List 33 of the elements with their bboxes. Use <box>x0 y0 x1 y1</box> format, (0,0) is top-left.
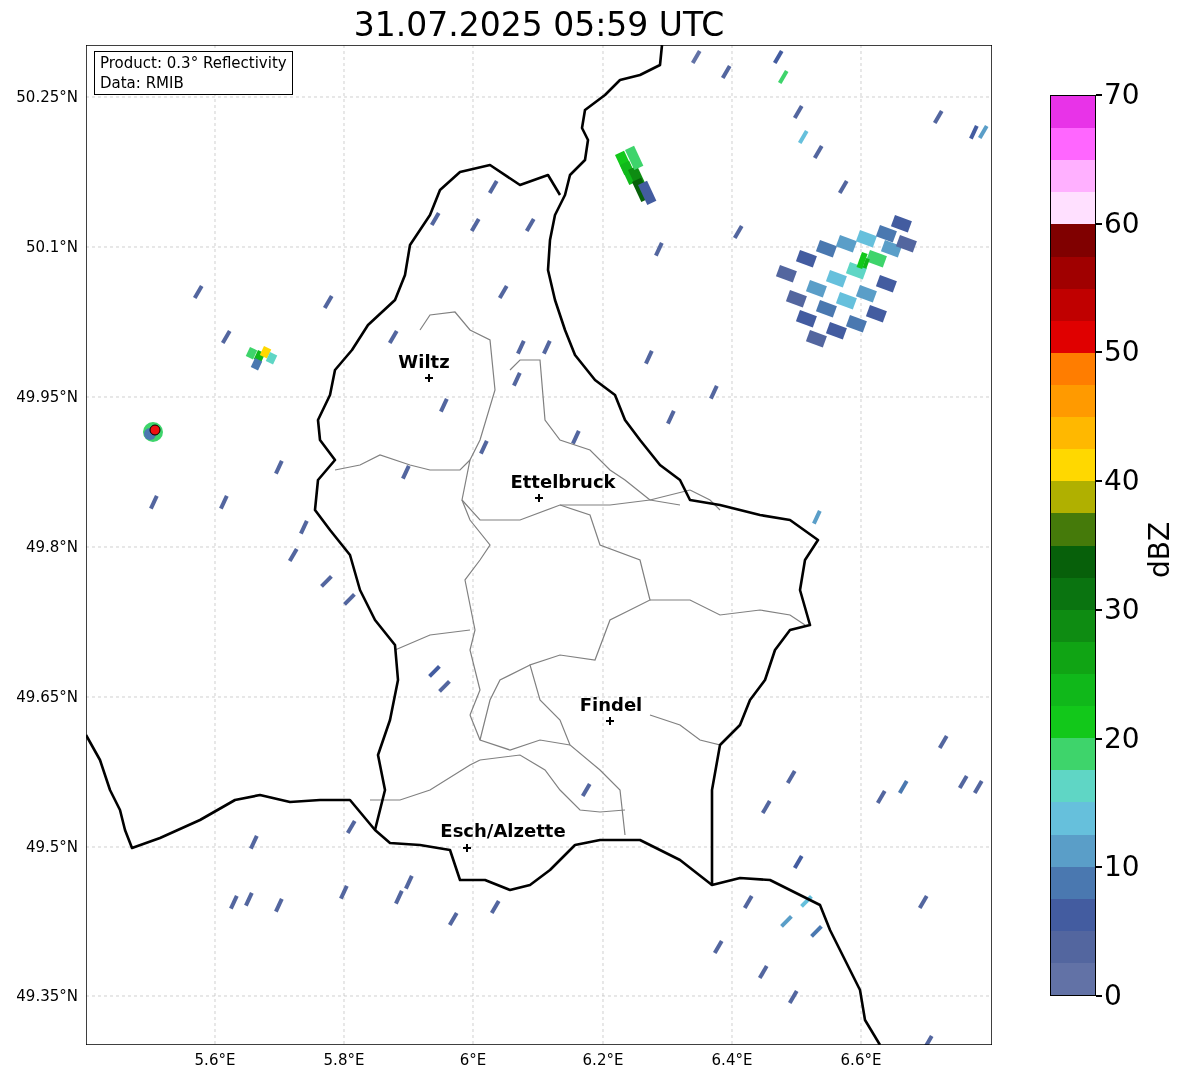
latitude-tick-label: 49.65°N <box>15 687 78 707</box>
latitude-tick-label: 50.25°N <box>15 87 78 107</box>
colorbar-label: dBZ <box>1142 520 1177 581</box>
latitude-tick-label: 50.1°N <box>24 237 78 257</box>
longitude-tick-label: 6.2°E <box>581 1050 625 1070</box>
colorbar-tick-label: 10 <box>1104 851 1140 884</box>
city-marker-icon <box>462 843 472 853</box>
city-label: Ettelbruck <box>510 471 616 492</box>
latitude-tick-label: 49.95°N <box>15 387 78 407</box>
latitude-tick-label: 49.8°N <box>24 537 78 557</box>
info-text: Product: 0.3° Reflectivity <box>100 53 287 73</box>
city-label: Findel <box>579 694 643 715</box>
city-marker-icon <box>534 493 544 503</box>
colorbar-tick-label: 0 <box>1104 980 1122 1012</box>
city-marker-icon <box>605 716 615 726</box>
longitude-tick-label: 5.6°E <box>193 1050 237 1070</box>
colorbar-tick-label: 30 <box>1104 593 1140 626</box>
colorbar-tick-label: 70 <box>1104 79 1140 111</box>
colorbar-tick-label: 60 <box>1104 207 1140 240</box>
longitude-tick-label: 6.6°E <box>839 1050 883 1070</box>
city-label: Wiltz <box>398 351 450 372</box>
longitude-tick-label: 5.8°E <box>322 1050 366 1070</box>
colorbar-tick-label: 20 <box>1104 722 1140 755</box>
longitude-tick-label: 6°E <box>458 1050 488 1070</box>
city-marker-icon <box>424 373 434 383</box>
colorbar-tick-label: 40 <box>1104 465 1140 498</box>
latitude-tick-label: 49.35°N <box>15 986 78 1006</box>
city-label: Esch/Alzette <box>440 820 566 841</box>
latitude-tick-label: 49.5°N <box>24 837 78 857</box>
chart-title: 31.07.2025 05:59 UTC <box>352 4 726 46</box>
info-text: Data: RMIB <box>100 73 185 93</box>
longitude-tick-label: 6.4°E <box>710 1050 754 1070</box>
colorbar-tick-label: 50 <box>1104 336 1140 369</box>
